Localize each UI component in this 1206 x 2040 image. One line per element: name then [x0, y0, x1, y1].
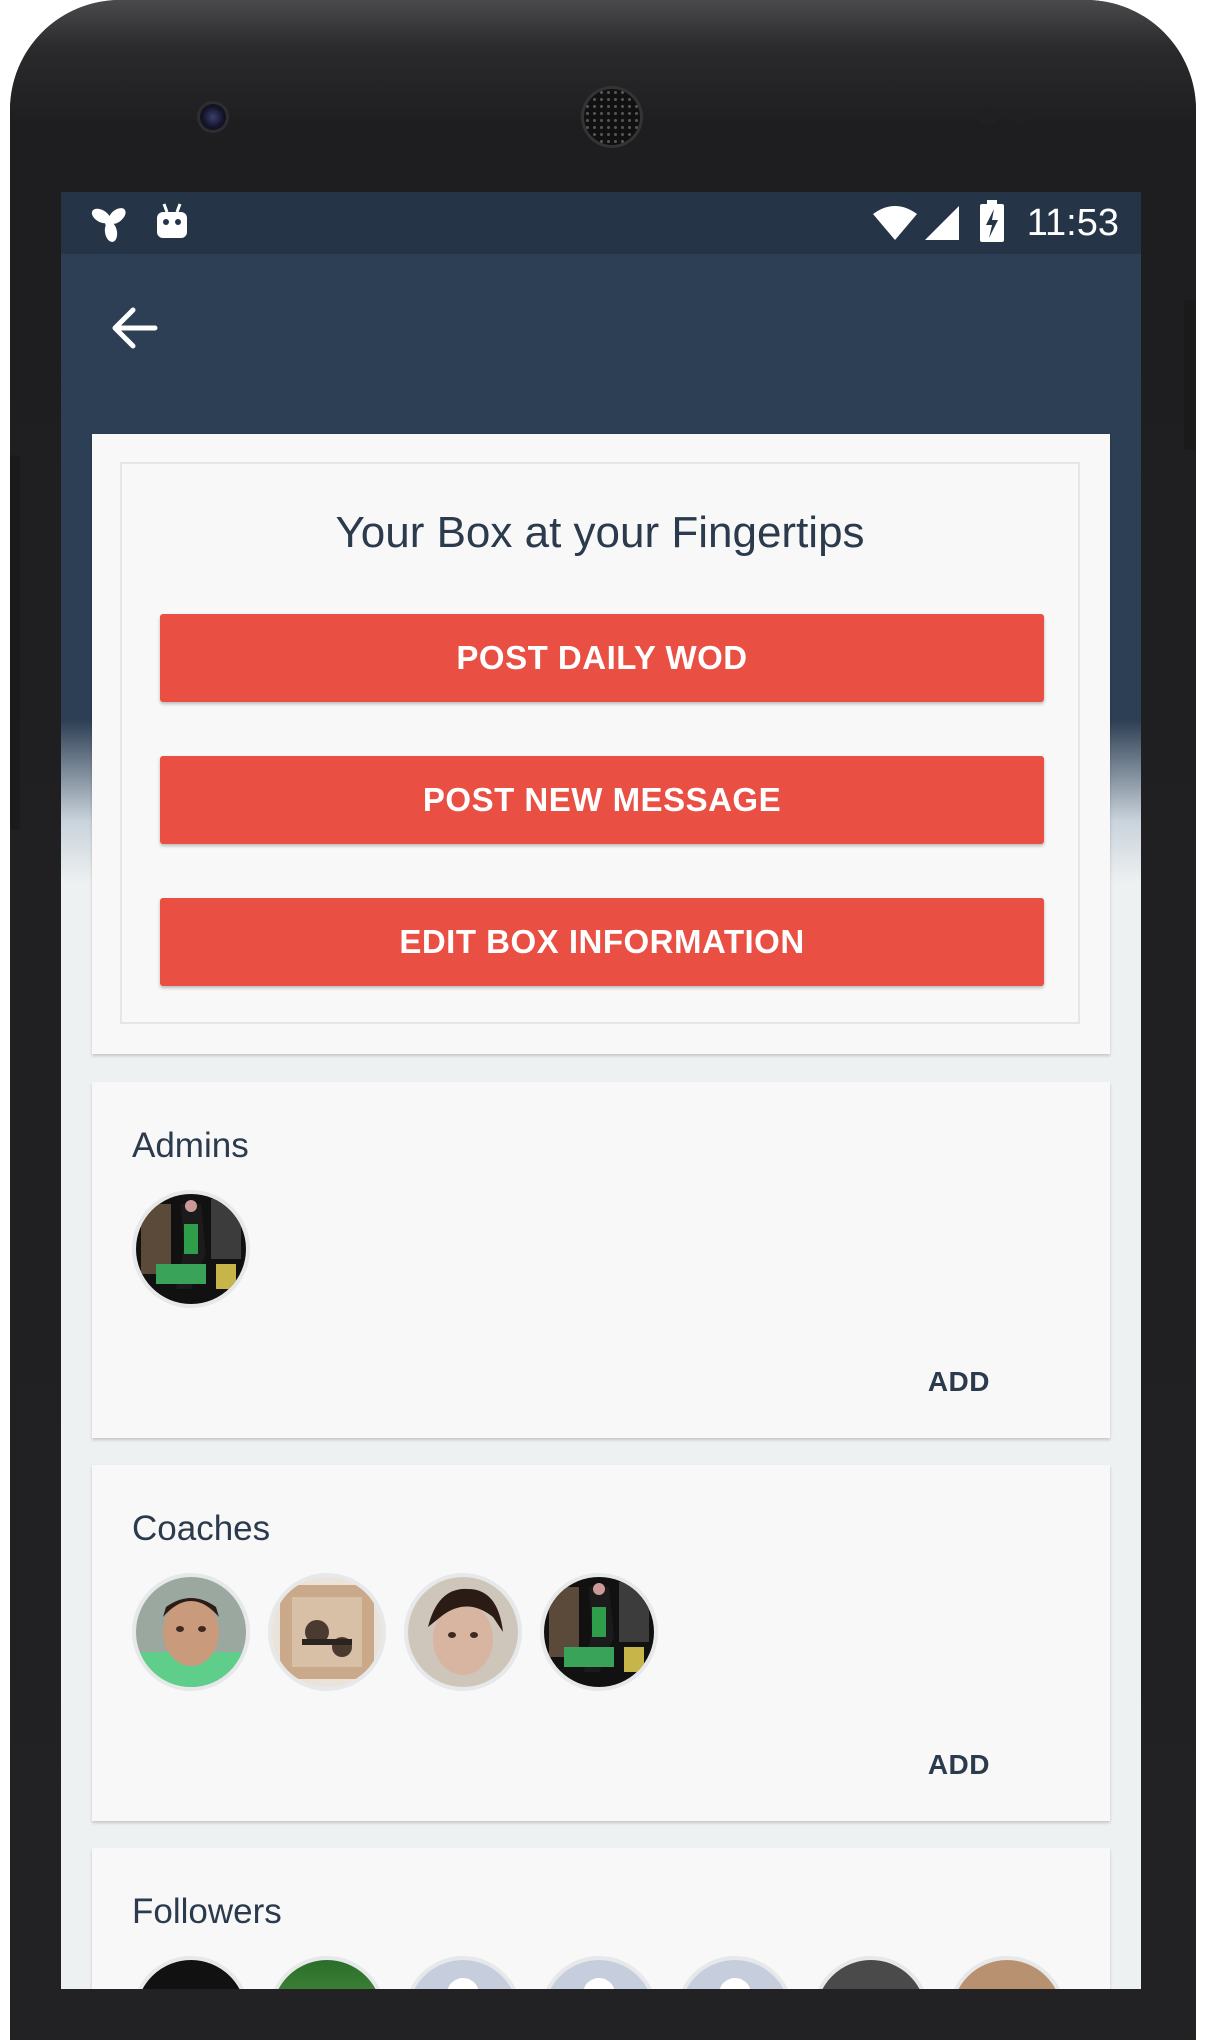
pinwheel-icon — [87, 204, 131, 249]
arrow-back-icon[interactable] — [107, 298, 167, 358]
admins-avatar-list — [132, 1190, 250, 1308]
followers-card: Followers — [92, 1848, 1110, 1989]
avatar[interactable] — [812, 1956, 930, 1989]
coaches-card: Coaches ADD — [92, 1465, 1110, 1821]
avatar[interactable] — [540, 1573, 658, 1691]
power-button — [1184, 300, 1196, 450]
admins-card: Admins ADD — [92, 1082, 1110, 1438]
admins-title: Admins — [132, 1126, 249, 1165]
followers-title: Followers — [132, 1892, 282, 1931]
wifi-icon — [871, 204, 919, 247]
app-screen: 11:53 Your Box at your Fingertips POST D… — [61, 192, 1141, 1989]
android-icon — [155, 202, 189, 245]
edit-box-information-button[interactable]: EDIT BOX INFORMATION — [160, 898, 1044, 986]
avatar[interactable] — [676, 1956, 794, 1989]
followers-avatar-list — [132, 1956, 1066, 1989]
status-bar: 11:53 — [61, 192, 1141, 254]
avatar[interactable] — [132, 1573, 250, 1691]
actions-box: Your Box at your Fingertips POST DAILY W… — [120, 462, 1080, 1024]
add-admin-button[interactable]: ADD — [928, 1366, 990, 1398]
front-camera — [200, 104, 226, 130]
light-sensor — [1014, 109, 1028, 123]
add-coach-button[interactable]: ADD — [928, 1749, 990, 1781]
avatar[interactable] — [404, 1956, 522, 1989]
avatar[interactable] — [132, 1190, 250, 1308]
earpiece-speaker — [584, 89, 640, 145]
post-new-message-button[interactable]: POST NEW MESSAGE — [160, 756, 1044, 844]
coaches-title: Coaches — [132, 1509, 271, 1548]
avatar[interactable] — [132, 1956, 250, 1989]
avatar[interactable] — [268, 1956, 386, 1989]
volume-button — [10, 455, 20, 830]
avatar[interactable] — [404, 1573, 522, 1691]
post-daily-wod-button[interactable]: POST DAILY WOD — [160, 614, 1044, 702]
tagline: Your Box at your Fingertips — [335, 508, 865, 557]
coaches-avatar-list — [132, 1573, 658, 1691]
signal-icon — [923, 204, 961, 247]
avatar[interactable] — [948, 1956, 1066, 1989]
actions-card: Your Box at your Fingertips POST DAILY W… — [92, 434, 1110, 1054]
status-time: 11:53 — [1026, 202, 1119, 244]
avatar[interactable] — [540, 1956, 658, 1989]
proximity-sensor — [978, 106, 998, 126]
battery-charging-icon — [979, 200, 1005, 249]
avatar[interactable] — [268, 1573, 386, 1691]
